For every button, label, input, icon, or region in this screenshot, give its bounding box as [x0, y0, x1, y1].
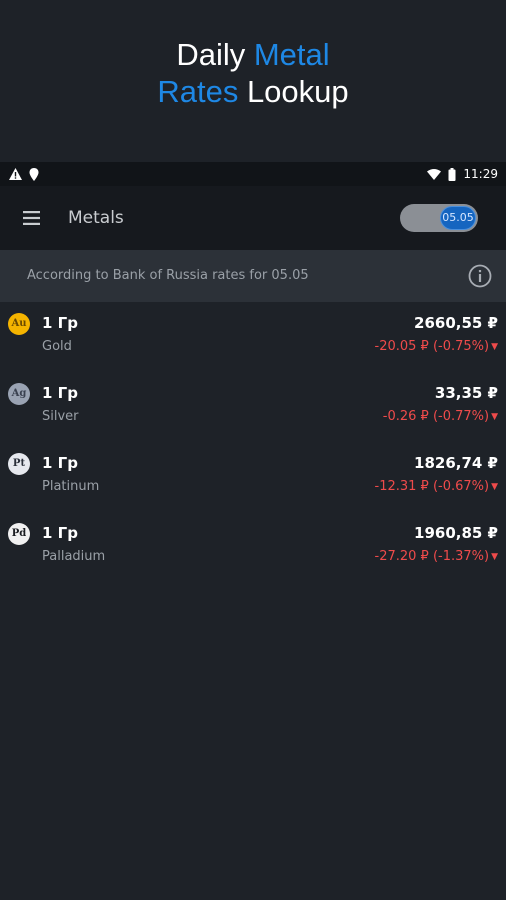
silver-icon: Ag: [8, 383, 30, 405]
metal-name: Silver: [42, 409, 79, 424]
platinum-icon: Pt: [8, 453, 30, 475]
metal-quantity: 1 Гр: [42, 454, 78, 472]
list-item-gold[interactable]: Au 1 Гр Gold 2660,55 ₽ -20.05 ₽ (-0.75%)…: [0, 302, 506, 372]
metal-name: Palladium: [42, 549, 106, 564]
list-item-palladium[interactable]: Pd 1 Гр Palladium 1960,85 ₽ -27.20 ₽ (-1…: [0, 512, 506, 582]
page-title: Metals: [68, 208, 124, 228]
metal-price: 33,35 ₽: [434, 384, 498, 402]
down-arrow-icon: ▼: [491, 551, 498, 562]
price-change-value: -0.26 ₽ (-0.77%): [382, 409, 490, 424]
promo-banner: Daily Metal Rates Lookup: [0, 0, 506, 162]
down-arrow-icon: ▼: [491, 411, 498, 422]
gold-icon: Au: [8, 313, 30, 335]
list-item-platinum[interactable]: Pt 1 Гр Platinum 1826,74 ₽ -12.31 ₽ (-0.…: [0, 442, 506, 512]
promo-line-2: Rates Lookup: [0, 73, 506, 110]
promo-text-highlight: Metal: [253, 37, 330, 72]
info-icon[interactable]: [468, 264, 492, 288]
metal-quantity: 1 Гр: [42, 384, 78, 402]
price-change-value: -12.31 ₽ (-0.67%): [374, 479, 490, 494]
price-change: -12.31 ₽ (-0.67%) ▼: [375, 479, 499, 494]
promo-text: Lookup: [238, 74, 349, 109]
metal-name: Platinum: [42, 479, 100, 494]
clock-time: 11:29: [463, 167, 498, 181]
price-change-value: -20.05 ₽ (-0.75%): [374, 339, 490, 354]
price-change: -0.26 ₽ (-0.77%) ▼: [383, 409, 498, 424]
down-arrow-icon: ▼: [491, 341, 498, 352]
metal-quantity: 1 Гр: [42, 524, 78, 542]
source-info-bar: According to Bank of Russia rates for 05…: [0, 250, 506, 302]
date-toggle-knob: 05.05: [440, 206, 476, 230]
promo-line-1: Daily Metal: [0, 36, 506, 73]
price-change: -27.20 ₽ (-1.37%) ▼: [375, 549, 499, 564]
price-change-value: -27.20 ₽ (-1.37%): [374, 549, 490, 564]
metal-quantity: 1 Гр: [42, 314, 78, 332]
down-arrow-icon: ▼: [491, 481, 498, 492]
promo-text: Daily: [176, 37, 254, 72]
promo-text-highlight: Rates: [157, 74, 239, 109]
palladium-icon: Pd: [8, 523, 30, 545]
metals-list: Au 1 Гр Gold 2660,55 ₽ -20.05 ₽ (-0.75%)…: [0, 302, 506, 582]
warning-icon: [9, 168, 22, 180]
battery-icon: [448, 167, 456, 181]
date-toggle[interactable]: 05.05: [400, 204, 478, 232]
list-item-silver[interactable]: Ag 1 Гр Silver 33,35 ₽ -0.26 ₽ (-0.77%) ▼: [0, 372, 506, 442]
price-change: -20.05 ₽ (-0.75%) ▼: [375, 339, 499, 354]
wifi-icon: [427, 168, 442, 180]
metal-price: 1826,74 ₽: [414, 454, 498, 472]
menu-icon[interactable]: [18, 205, 44, 231]
location-pin-icon: [29, 167, 39, 181]
source-info-text: According to Bank of Russia rates for 05…: [27, 268, 309, 283]
status-bar: 11:29: [0, 162, 506, 186]
metal-name: Gold: [42, 339, 72, 354]
metal-price: 1960,85 ₽: [414, 524, 498, 542]
metal-price: 2660,55 ₽: [414, 314, 498, 332]
